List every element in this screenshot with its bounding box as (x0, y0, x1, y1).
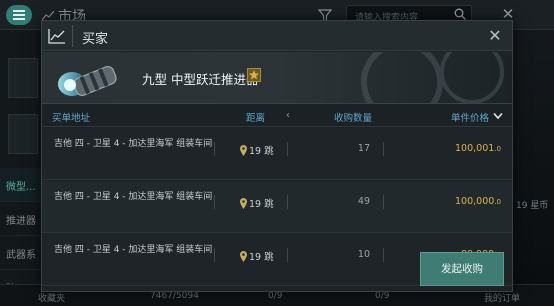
chart-icon (48, 29, 65, 44)
item-name: 九型 中型跃迁推进器 (142, 72, 259, 87)
search-icon[interactable] (454, 8, 466, 20)
banner-background-art (361, 52, 504, 103)
row-divider (287, 248, 288, 262)
dialog-header: 买家 ✕ (42, 21, 512, 51)
orders-tab-button[interactable] (8, 114, 38, 154)
row-location: 吉他 四 - 卫星 4 - 加达里海军 组装车间 (54, 139, 213, 149)
row-divider (383, 248, 384, 262)
row-distance: 19 跳 (240, 143, 274, 157)
row-divider (287, 195, 288, 209)
menu-icon (13, 10, 25, 20)
category-item[interactable]: 微型... (0, 168, 46, 202)
location-pin-icon (240, 144, 247, 156)
row-distance: 19 跳 (240, 249, 274, 263)
category-item[interactable]: 武器系 (0, 236, 46, 270)
sort-left-icon[interactable]: ‹ (286, 110, 290, 121)
row-distance: 19 跳 (240, 196, 274, 210)
column-location[interactable]: 买单地址 (52, 110, 90, 124)
star-icon (249, 70, 259, 80)
table-row[interactable]: 吉他 四 - 卫星 4 - 加达里海军 组装车间 19 跳 17 100,001… (42, 128, 512, 180)
header-divider (72, 25, 73, 47)
bottom-stat-2: 0/9 (268, 291, 283, 301)
background-price-hint: 19 星币 (516, 201, 549, 211)
menu-button[interactable] (6, 5, 32, 25)
row-divider (383, 142, 384, 156)
row-price: 100,000.0 (455, 196, 501, 207)
row-quantity: 49 (357, 196, 370, 207)
meta-level-badge (247, 68, 261, 82)
my-orders-link[interactable]: 我的订单 (484, 291, 520, 304)
column-distance[interactable]: 距离 (246, 110, 265, 124)
thruster-icon (58, 65, 117, 97)
table-row[interactable]: 吉他 四 - 卫星 4 - 加达里海军 组装车间 19 跳 49 100,000… (42, 181, 512, 233)
category-item[interactable]: 推进器 (0, 202, 46, 236)
location-pin-icon (240, 197, 247, 209)
bottom-stat-3: 0/9 (375, 291, 390, 301)
close-icon[interactable]: ✕ (486, 27, 504, 45)
row-quantity: 17 (357, 143, 370, 154)
cart-tab-button[interactable] (8, 58, 38, 98)
favorites-link[interactable]: 收藏夹 (38, 291, 65, 304)
row-quantity: 10 (357, 249, 370, 260)
row-divider (214, 248, 215, 262)
row-divider (287, 142, 288, 156)
row-divider (214, 142, 215, 156)
row-location: 吉他 四 - 卫星 4 - 加达里海军 组装车间 (54, 245, 213, 255)
chevron-down-icon[interactable] (493, 112, 503, 120)
bottom-stat-1: 7467/5094 (150, 291, 199, 301)
row-price: 100,001.0 (455, 143, 501, 154)
buyers-dialog: 买家 ✕ 九型 中型跃迁推进器 买单地址 距离 ‹ 收购数量 单件价格 吉他 四… (41, 20, 513, 292)
place-buy-order-button[interactable]: 发起收购 (420, 252, 504, 286)
row-location: 吉他 四 - 卫星 4 - 加达里海军 组装车间 (54, 192, 213, 202)
item-banner: 九型 中型跃迁推进器 (42, 52, 512, 104)
table-header: 买单地址 距离 ‹ 收购数量 单件价格 (42, 105, 512, 127)
location-pin-icon (240, 250, 247, 262)
row-divider (383, 195, 384, 209)
column-price[interactable]: 单件价格 (451, 110, 489, 124)
column-quantity[interactable]: 收购数量 (334, 110, 372, 124)
dialog-title: 买家 (82, 32, 109, 47)
row-divider (214, 195, 215, 209)
